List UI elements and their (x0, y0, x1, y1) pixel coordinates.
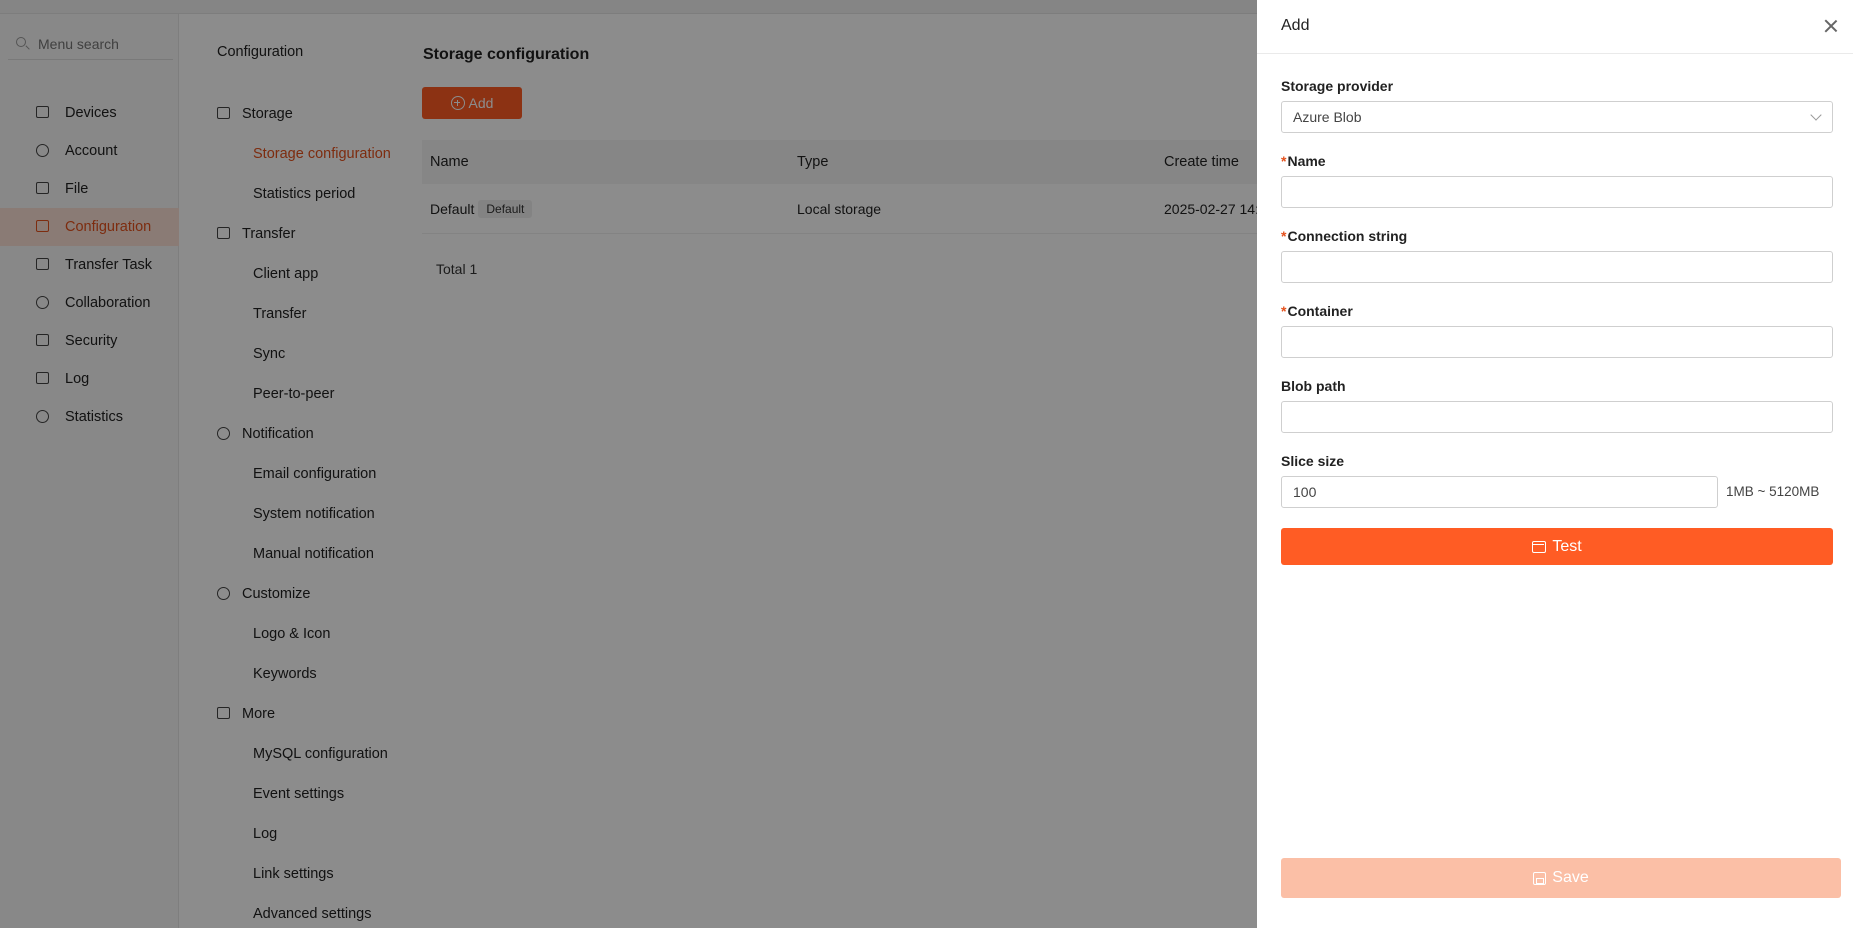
connection-string-input[interactable] (1281, 251, 1833, 283)
test-button[interactable]: Test (1281, 528, 1833, 565)
save-icon (1533, 871, 1547, 885)
container-label: *Container (1281, 303, 1353, 319)
connection-string-label: *Connection string (1281, 228, 1408, 244)
slice-size-label: Slice size (1281, 453, 1345, 469)
drawer-header: Add (1257, 0, 1853, 54)
close-icon[interactable] (1823, 18, 1839, 34)
storage-provider-value: Azure Blob (1293, 109, 1362, 125)
storage-provider-select[interactable]: Azure Blob (1281, 101, 1833, 133)
name-input[interactable] (1281, 176, 1833, 208)
name-label: *Name (1281, 153, 1326, 169)
save-button[interactable]: Save (1281, 858, 1841, 898)
slice-size-input[interactable] (1281, 476, 1718, 508)
storage-provider-label: Storage provider (1281, 78, 1394, 94)
blob-path-label: Blob path (1281, 378, 1346, 394)
slice-size-hint: 1MB ~ 5120MB (1726, 484, 1820, 499)
drawer-title: Add (1281, 17, 1310, 34)
add-storage-drawer: Add Storage provider Azure Blob *Name *C… (1257, 0, 1853, 928)
test-icon (1532, 540, 1547, 553)
required-mark: * (1281, 153, 1287, 169)
required-mark: * (1281, 303, 1287, 319)
chevron-down-icon (1810, 109, 1822, 121)
required-mark: * (1281, 228, 1287, 244)
blob-path-input[interactable] (1281, 401, 1833, 433)
container-input[interactable] (1281, 326, 1833, 358)
